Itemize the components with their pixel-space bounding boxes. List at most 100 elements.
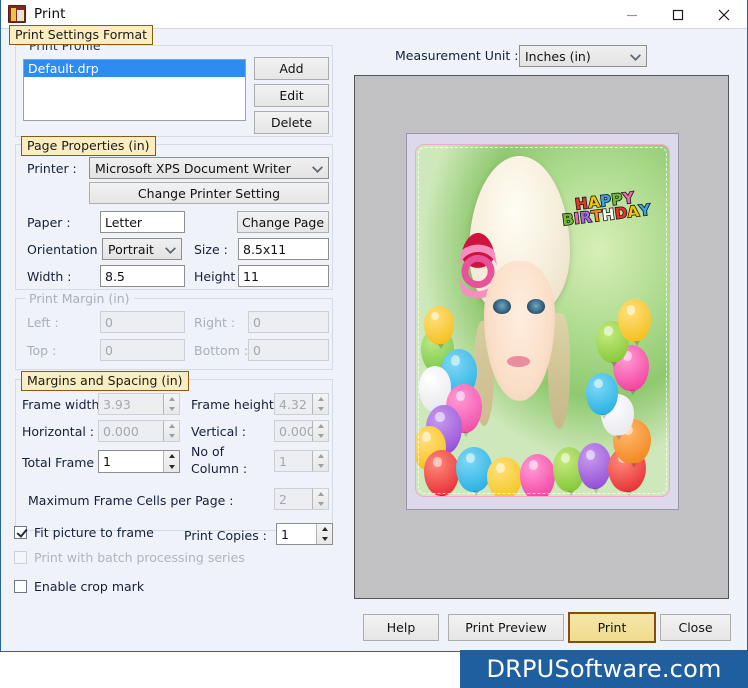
minimize-button[interactable]: [609, 0, 655, 29]
chevron-down-icon: [312, 162, 323, 173]
frame-width-value: 3.93: [103, 396, 131, 412]
measurement-unit-select[interactable]: Inches (in): [519, 45, 647, 67]
stepper-arrows[interactable]: [316, 524, 332, 544]
stepper-down-icon[interactable]: [313, 499, 328, 509]
stepper-arrows[interactable]: [163, 451, 179, 472]
close-button[interactable]: [701, 0, 747, 29]
stepper-down-icon[interactable]: [313, 431, 328, 441]
max-frame-cells-value: 2: [279, 491, 287, 507]
batch-processing-label: Print with batch processing series: [34, 550, 245, 565]
edit-button[interactable]: Edit: [254, 84, 329, 107]
margin-bottom-field[interactable]: 0: [248, 339, 329, 361]
checkbox-box: [14, 580, 27, 593]
close-button-footer[interactable]: Close: [660, 614, 731, 641]
print-copies-stepper[interactable]: 1: [276, 523, 333, 545]
maximize-button[interactable]: [655, 0, 701, 29]
change-printer-setting-button[interactable]: Change Printer Setting: [89, 182, 329, 204]
orientation-select[interactable]: Portrait: [102, 238, 182, 260]
print-dialog: Print Print Settings Format Print Profil…: [0, 0, 748, 652]
stepper-down-icon[interactable]: [313, 404, 328, 414]
balloon: [456, 446, 492, 496]
dialog-button-bar: Help Print Preview Print Close: [1, 607, 747, 651]
delete-button[interactable]: Delete: [254, 111, 329, 134]
batch-processing-checkbox[interactable]: Print with batch processing series: [14, 550, 245, 565]
margin-left-field[interactable]: 0: [100, 311, 185, 333]
add-button[interactable]: Add: [254, 57, 329, 80]
enable-crop-mark-label: Enable crop mark: [34, 579, 145, 594]
margin-right-label: Right :: [194, 315, 236, 330]
width-field[interactable]: 8.5: [100, 265, 185, 287]
settings-column: Print Settings Format Print Profile Defa…: [6, 25, 346, 611]
page-properties-label: Page Properties (in): [21, 136, 156, 156]
stepper-down-icon[interactable]: [164, 431, 179, 441]
chevron-down-icon: [630, 50, 641, 61]
no-of-column-stepper[interactable]: 1: [274, 450, 329, 472]
size-field[interactable]: 8.5x11: [238, 238, 329, 260]
print-margin-group-title: Print Margin (in): [25, 291, 134, 306]
stepper-down-icon[interactable]: [313, 461, 328, 471]
paper-field[interactable]: Letter: [100, 211, 185, 233]
stepper-up-icon[interactable]: [164, 451, 179, 462]
horizontal-stepper[interactable]: 0.000: [98, 420, 180, 442]
stepper-up-icon[interactable]: [317, 524, 332, 534]
profile-listbox[interactable]: Default.drp: [23, 59, 246, 121]
wordart-letter: Y: [638, 200, 653, 221]
stepper-up-icon[interactable]: [164, 421, 179, 431]
height-field[interactable]: 11: [238, 265, 329, 287]
help-button[interactable]: Help: [363, 614, 439, 641]
margin-top-label: Top :: [27, 343, 57, 358]
change-page-button[interactable]: Change Page: [237, 211, 329, 233]
orientation-label: Orientation :: [27, 242, 106, 257]
list-item[interactable]: Default.drp: [24, 60, 245, 77]
print-preview-button[interactable]: Print Preview: [448, 614, 564, 641]
stepper-up-icon[interactable]: [313, 421, 328, 431]
fit-picture-to-frame-checkbox[interactable]: Fit picture to frame: [14, 525, 154, 540]
no-of-column-value: 1: [279, 453, 287, 469]
stepper-arrows[interactable]: [312, 489, 328, 509]
stepper-up-icon[interactable]: [313, 451, 328, 461]
stepper-arrows[interactable]: [163, 421, 179, 441]
max-frame-cells-stepper[interactable]: 2: [274, 488, 329, 510]
total-frame-label: Total Frame: [22, 455, 95, 470]
margins-spacing-label: Margins and Spacing (in): [21, 371, 189, 391]
watermark: DRPUSoftware.com: [460, 650, 748, 688]
stepper-up-icon[interactable]: [313, 394, 328, 404]
happy-birthday-wordart: HAPPY BIRTHDAY: [554, 188, 658, 231]
total-frame-stepper[interactable]: 1: [98, 450, 180, 473]
margin-top-field[interactable]: 0: [100, 339, 185, 361]
max-frame-cells-label: Maximum Frame Cells per Page :: [28, 493, 234, 508]
print-preview-panel[interactable]: HAPPY BIRTHDAY: [354, 75, 729, 599]
measurement-unit-label: Measurement Unit :: [395, 48, 519, 63]
frame-height-stepper[interactable]: 4.32: [274, 393, 329, 415]
stepper-up-icon[interactable]: [164, 394, 179, 404]
enable-crop-mark-checkbox[interactable]: Enable crop mark: [14, 579, 144, 594]
width-label: Width :: [27, 269, 72, 284]
stepper-arrows[interactable]: [312, 394, 328, 414]
paper-label: Paper :: [27, 215, 71, 230]
stepper-down-icon[interactable]: [164, 462, 179, 473]
stepper-arrows[interactable]: [312, 421, 328, 441]
orientation-select-value: Portrait: [108, 241, 154, 257]
measurement-unit-value: Inches (in): [525, 48, 591, 64]
tab-print-settings-format[interactable]: Print Settings Format: [9, 25, 154, 45]
print-button[interactable]: Print: [568, 612, 656, 643]
margin-right-field[interactable]: 0: [248, 311, 329, 333]
stepper-up-icon[interactable]: [313, 489, 328, 499]
stepper-arrows[interactable]: [312, 451, 328, 471]
stepper-down-icon[interactable]: [317, 534, 332, 544]
height-label: Height :: [194, 269, 244, 284]
stepper-down-icon[interactable]: [164, 404, 179, 414]
printer-select[interactable]: Microsoft XPS Document Writer: [89, 157, 329, 179]
checkbox-box: [14, 551, 27, 564]
chevron-down-icon: [165, 243, 176, 254]
frame-width-stepper[interactable]: 3.93: [98, 393, 180, 415]
balloon: [577, 443, 611, 493]
stepper-arrows[interactable]: [163, 394, 179, 414]
photo-eye-left: [493, 299, 511, 315]
balloon: [423, 306, 454, 349]
fit-picture-to-frame-label: Fit picture to frame: [34, 525, 154, 540]
print-copies-value: 1: [281, 526, 289, 542]
printer-label: Printer :: [27, 161, 77, 176]
vertical-stepper[interactable]: 0.000: [274, 420, 329, 442]
preview-card-image: HAPPY BIRTHDAY: [415, 144, 670, 497]
